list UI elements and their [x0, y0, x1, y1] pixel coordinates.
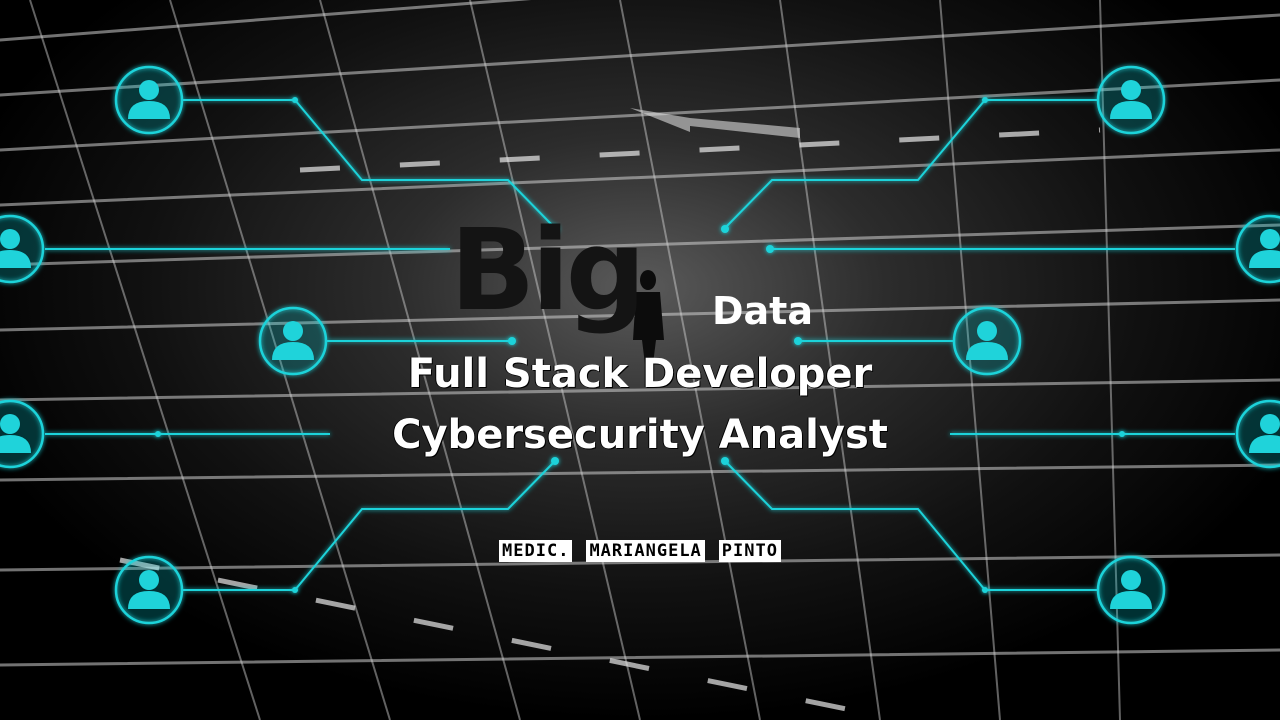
- author-name: MEDIC. MARIANGELA PINTO: [0, 540, 1280, 562]
- title-slide: Big Data Full Stack Developer Cybersecur…: [0, 0, 1280, 720]
- title-big: Big: [450, 206, 646, 336]
- title-small: Data: [712, 289, 813, 333]
- author-word-first-name: MARIANGELA: [586, 540, 705, 562]
- author-word-last-name: PINTO: [718, 540, 781, 562]
- author-word-title: MEDIC.: [499, 540, 573, 562]
- role-full-stack: Full Stack Developer: [407, 351, 873, 397]
- role-cybersecurity: Cybersecurity Analyst: [392, 412, 888, 458]
